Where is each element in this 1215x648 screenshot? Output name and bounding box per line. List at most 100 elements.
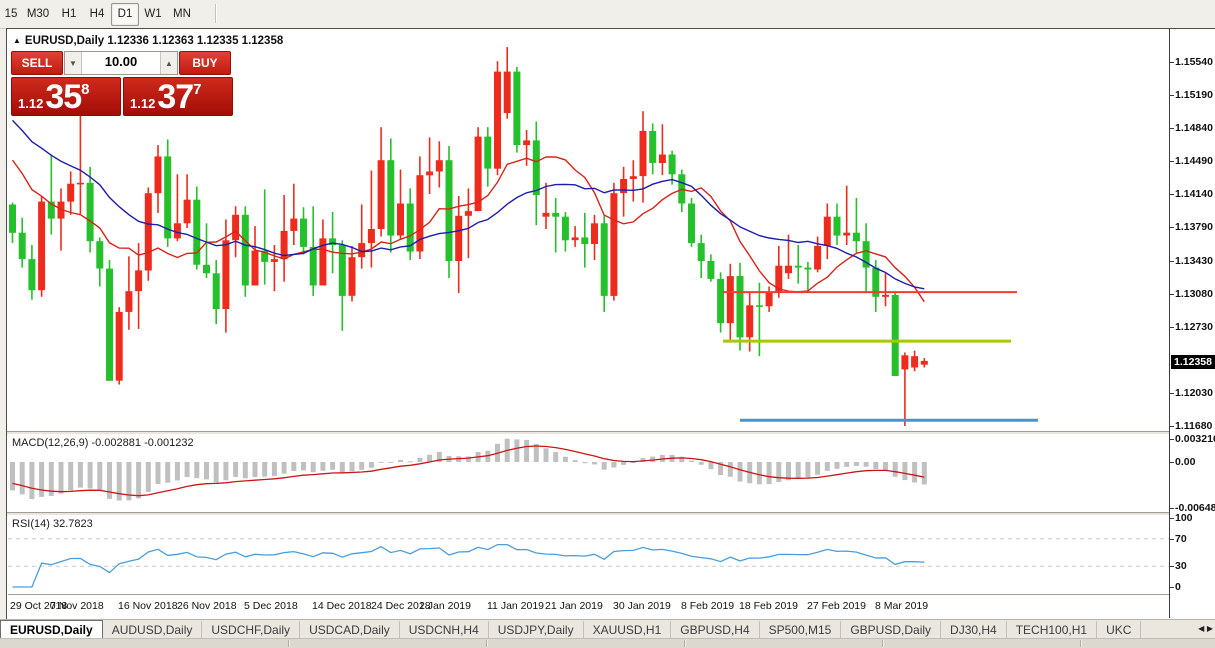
price-tick-label: 1.12730 [1175, 321, 1213, 333]
timeframe-toolbar: 15M30H1H4D1W1MN [0, 0, 1215, 29]
date-tick-label: 7 Nov 2018 [50, 600, 104, 612]
date-tick-label: 16 Nov 2018 [118, 600, 178, 612]
axis-tick-mark [1170, 539, 1174, 540]
chart-tab-usdchf-daily[interactable]: USDCHF,Daily [202, 621, 300, 639]
timeframe-button-h1[interactable]: H1 [55, 3, 83, 26]
chart-tab-bar: EURUSD,DailyAUDUSD,DailyUSDCHF,DailyUSDC… [0, 619, 1215, 639]
timeframe-button-h4[interactable]: H4 [83, 3, 111, 26]
axis-tick-mark [1170, 518, 1174, 519]
date-tick-label: 26 Nov 2018 [177, 600, 237, 612]
buy-price-big-digits: 37 [157, 80, 193, 114]
price-chart-pane[interactable]: ▲ EURUSD,Daily 1.12336 1.12363 1.12335 1.… [8, 30, 1169, 431]
chart-tab-usdjpy-daily[interactable]: USDJPY,Daily [489, 621, 584, 639]
rsi-chart[interactable] [8, 515, 1169, 594]
date-tick-label: 5 Dec 2018 [244, 600, 298, 612]
chart-tab-dj30-h4[interactable]: DJ30,H4 [941, 621, 1007, 639]
date-tick-label: 27 Feb 2019 [807, 600, 866, 612]
chart-tab-audusd-daily[interactable]: AUDUSD,Daily [103, 621, 203, 639]
macd-tick-label: 0.00 [1175, 456, 1195, 468]
sell-button[interactable]: SELL [11, 51, 63, 75]
macd-tick-label: 0.003216 [1175, 433, 1215, 445]
chart-tab-usdcnh-h4[interactable]: USDCNH,H4 [400, 621, 489, 639]
macd-pane[interactable]: MACD(12,26,9) -0.002881 -0.001232 [8, 434, 1169, 512]
chart-ohlc-values: 1.12336 1.12363 1.12335 1.12358 [107, 35, 283, 47]
sell-price-pip-digit: 8 [81, 81, 89, 98]
price-tick-label: 1.14490 [1175, 155, 1213, 167]
date-tick-label: 8 Feb 2019 [681, 600, 734, 612]
chart-tab-ukc[interactable]: UKC [1097, 621, 1141, 639]
sell-price-box[interactable]: 1.12 35 8 [11, 77, 121, 116]
price-tick-label: 1.12030 [1175, 387, 1213, 399]
timeframe-button-w1[interactable]: W1 [139, 3, 167, 26]
price-tick-label: 1.13790 [1175, 221, 1213, 233]
date-tick-label: 2 Jan 2019 [419, 600, 471, 612]
price-axis[interactable]: 1.15540 1.15190 1.14840 1.14490 1.14140 1.137… [1169, 29, 1215, 618]
axis-tick-mark [1170, 62, 1174, 63]
current-price-badge: 1.12358 [1171, 355, 1215, 369]
date-tick-label: 18 Feb 2019 [739, 600, 798, 612]
volume-increase-button[interactable]: ▲ [160, 52, 177, 74]
collapse-panel-icon[interactable]: ▲ [13, 36, 21, 45]
buy-price-box[interactable]: 1.12 37 7 [123, 77, 233, 116]
axis-tick-mark [1170, 508, 1174, 509]
price-tick-label: 1.11680 [1175, 420, 1212, 432]
axis-tick-mark [1170, 426, 1174, 427]
tab-scroll-left-icon[interactable]: ◀ [1198, 624, 1204, 633]
buy-price-prefix: 1.12 [130, 96, 155, 111]
buy-price-pip-digit: 7 [193, 81, 201, 98]
sell-price-big-digits: 35 [45, 80, 81, 114]
price-tick-label: 1.13430 [1175, 255, 1213, 267]
chart-tab-eurusd-daily[interactable]: EURUSD,Daily [0, 620, 103, 640]
volume-spinner: ▼ 10.00 ▲ [64, 51, 178, 75]
date-tick-label: 8 Mar 2019 [875, 600, 928, 612]
timeframe-button-15[interactable]: 15 [1, 3, 21, 26]
date-tick-label: 11 Jan 2019 [487, 600, 544, 612]
axis-tick-mark [1170, 128, 1174, 129]
chart-tab-tech100-h1[interactable]: TECH100,H1 [1007, 621, 1097, 639]
chart-tab-gbpusd-h4[interactable]: GBPUSD,H4 [671, 621, 759, 639]
tab-scroll-right-icon[interactable]: ▶ [1207, 624, 1213, 633]
price-tick-label: 1.14140 [1175, 188, 1213, 200]
axis-tick-mark [1170, 327, 1174, 328]
rsi-tick-label: 70 [1175, 533, 1187, 545]
axis-tick-mark [1170, 439, 1174, 440]
buy-button[interactable]: BUY [179, 51, 231, 75]
timeframe-button-m30[interactable]: M30 [21, 3, 55, 26]
chart-window: ▲ EURUSD,Daily 1.12336 1.12363 1.12335 1.… [6, 28, 1215, 620]
tab-scroll-arrows: ◀ ▶ [1198, 623, 1213, 633]
volume-input[interactable]: 10.00 [82, 52, 160, 74]
axis-tick-mark [1170, 161, 1174, 162]
chart-ohlc-header: ▲ EURUSD,Daily 1.12336 1.12363 1.12335 1.… [13, 35, 283, 47]
price-tick-label: 1.15190 [1175, 89, 1213, 101]
chart-tab-gbpusd-daily[interactable]: GBPUSD,Daily [841, 621, 941, 639]
axis-tick-mark [1170, 294, 1174, 295]
price-tick-label: 1.14840 [1175, 122, 1213, 134]
price-tick-label: 1.13080 [1175, 288, 1213, 300]
price-tick-label: 1.15540 [1175, 56, 1213, 68]
date-tick-label: 14 Dec 2018 [312, 600, 372, 612]
chart-tab-usdcad-daily[interactable]: USDCAD,Daily [300, 621, 400, 639]
timeframe-button-mn[interactable]: MN [167, 3, 197, 26]
axis-tick-mark [1170, 95, 1174, 96]
chart-tab-sp500-m15[interactable]: SP500,M15 [760, 621, 842, 639]
rsi-pane[interactable]: RSI(14) 32.7823 [8, 515, 1169, 594]
rsi-indicator-label: RSI(14) 32.7823 [12, 518, 93, 530]
volume-decrease-button[interactable]: ▼ [65, 52, 82, 74]
axis-tick-mark [1170, 587, 1174, 588]
toolbar-separator [215, 4, 217, 23]
rsi-tick-label: 30 [1175, 560, 1187, 572]
axis-tick-mark [1170, 393, 1174, 394]
rsi-tick-label: 100 [1175, 512, 1193, 524]
axis-tick-mark [1170, 261, 1174, 262]
time-axis[interactable]: 29 Oct 20187 Nov 201816 Nov 201826 Nov 2… [8, 594, 1169, 619]
axis-tick-mark [1170, 194, 1174, 195]
date-tick-label: 21 Jan 2019 [545, 600, 603, 612]
date-tick-label: 30 Jan 2019 [613, 600, 671, 612]
axis-tick-mark [1170, 227, 1174, 228]
axis-tick-mark [1170, 462, 1174, 463]
rsi-tick-label: 0 [1175, 581, 1181, 593]
chart-tab-xauusd-h1[interactable]: XAUUSD,H1 [584, 621, 672, 639]
macd-indicator-label: MACD(12,26,9) -0.002881 -0.001232 [12, 437, 194, 449]
timeframe-button-d1[interactable]: D1 [111, 3, 139, 26]
chart-symbol-label: EURUSD,Daily [25, 35, 104, 47]
